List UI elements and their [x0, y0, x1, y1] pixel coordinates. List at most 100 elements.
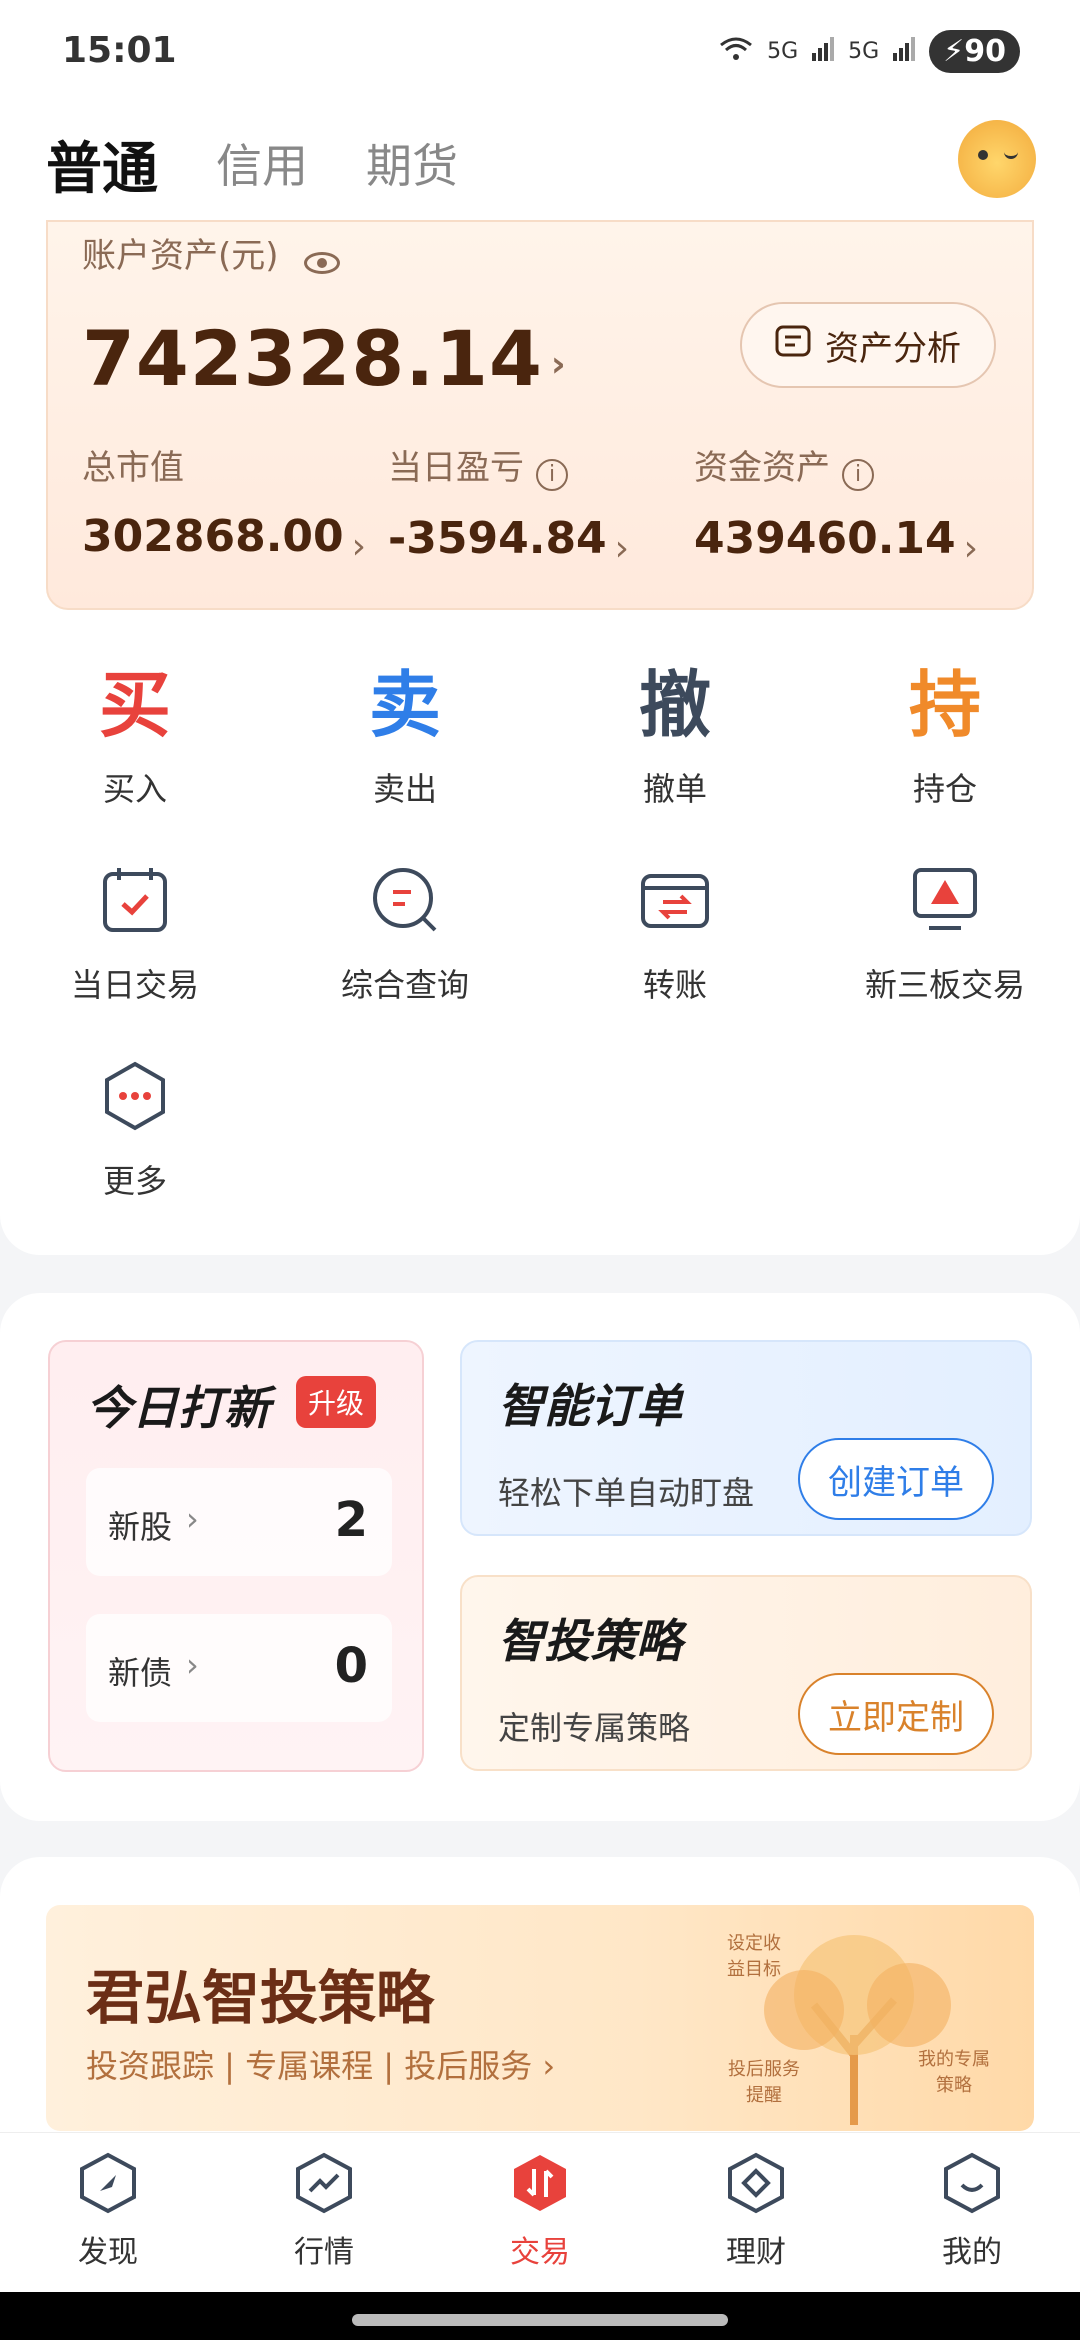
- smart-order-title: 智能订单: [498, 1379, 682, 1433]
- metric-cash-asset[interactable]: 资金资产 i 439460.14 ›: [694, 440, 978, 569]
- create-order-button[interactable]: 创建订单: [798, 1438, 994, 1520]
- metric-label: 资金资产: [694, 448, 830, 488]
- new-stock-count: 2: [334, 1492, 368, 1548]
- query-item[interactable]: 综合查询: [270, 864, 540, 1006]
- customize-now-button[interactable]: 立即定制: [798, 1673, 994, 1755]
- mascot-avatar[interactable]: [958, 120, 1036, 198]
- profile-icon: [944, 2152, 1000, 2214]
- metric-value: 439460.14: [694, 512, 956, 564]
- bottom-nav: 发现 行情 交易 理财 我的: [0, 2132, 1080, 2292]
- tab-futures[interactable]: 期货: [366, 130, 458, 196]
- new-stock-row[interactable]: 新股 › 2: [86, 1468, 392, 1576]
- metric-daily-pnl[interactable]: 当日盈亏 i -3594.84 ›: [388, 440, 629, 569]
- eye-icon[interactable]: [303, 251, 340, 274]
- smart-order-card[interactable]: 智能订单 轻松下单自动盯盘 创建订单: [460, 1340, 1032, 1536]
- asset-card[interactable]: 账户资产(元) 742328.14 › 资产分析 总市值 302868.00 › 当…: [46, 220, 1034, 610]
- wifi-icon: [719, 35, 753, 69]
- info-icon[interactable]: i: [842, 458, 874, 491]
- nav-label: 发现: [78, 2235, 138, 2270]
- asset-header: 账户资产(元): [82, 228, 340, 277]
- buy-label: 买入: [102, 770, 167, 808]
- total-asset[interactable]: 742328.14 ›: [82, 314, 567, 403]
- search-icon: [369, 864, 441, 936]
- status-icons: 5G 5G ⚡90: [719, 30, 1020, 73]
- nav-label: 行情: [294, 2235, 354, 2270]
- compass-icon: [80, 2152, 136, 2214]
- strategy-card[interactable]: 智投策略 定制专属策略 立即定制: [460, 1575, 1032, 1771]
- transfer-icon: [639, 864, 711, 936]
- signal-bars-icon-2: [893, 36, 916, 67]
- signal-bars-icon: [812, 36, 835, 67]
- home-indicator[interactable]: [352, 2314, 728, 2326]
- daily-trades-label: 当日交易: [70, 966, 199, 1004]
- metric-value: 302868.00: [82, 511, 344, 562]
- nav-finance[interactable]: 理财: [686, 2151, 826, 2271]
- nav-trade[interactable]: 交易: [470, 2151, 610, 2271]
- banner-title: 君弘智投策略: [86, 1964, 435, 2032]
- finance-icon: [728, 2152, 784, 2214]
- chevron-right-icon: ›: [186, 1500, 199, 1538]
- new-bond-count: 0: [334, 1638, 368, 1694]
- tab-credit[interactable]: 信用: [216, 130, 308, 196]
- cancel-order-icon: 撤: [638, 663, 711, 747]
- clock: 15:01: [62, 30, 177, 71]
- battery-level: 90: [964, 34, 1006, 69]
- total-asset-value: 742328.14: [82, 314, 543, 403]
- nav-label: 交易: [510, 2235, 570, 2270]
- nav-market[interactable]: 行情: [254, 2151, 394, 2271]
- holdings-action[interactable]: 持 持仓: [810, 660, 1080, 810]
- strategy-subtitle: 定制专属策略: [498, 1709, 691, 1747]
- chevron-right-icon: ›: [351, 526, 367, 567]
- strategy-banner[interactable]: 君弘智投策略 投资跟踪 | 专属课程 | 投后服务 › 设定收益目标 投后服务提…: [46, 1905, 1034, 2131]
- analysis-icon: [775, 325, 811, 366]
- header: 普通 信用 期货: [0, 100, 1080, 230]
- signal-5g-icon: 5G: [767, 39, 799, 64]
- nav-label: 我的: [942, 2235, 1002, 2270]
- chevron-right-icon: ›: [550, 343, 567, 385]
- buy-icon: 买: [98, 663, 171, 747]
- nav-discover[interactable]: 发现: [38, 2151, 178, 2271]
- calendar-icon: [99, 864, 171, 936]
- holdings-icon: 持: [908, 663, 981, 747]
- new-stock-label: 新股: [108, 1508, 173, 1546]
- daily-trades-item[interactable]: 当日交易: [0, 864, 270, 1006]
- metric-label: 总市值: [82, 448, 184, 488]
- strategy-title: 智投策略: [498, 1614, 682, 1668]
- tag-my-strategy: 我的专属策略: [918, 2049, 990, 2096]
- tag-service: 投后服务提醒: [728, 2059, 800, 2106]
- nav-label: 理财: [726, 2235, 786, 2270]
- sell-label: 卖出: [372, 770, 437, 808]
- battery-indicator: ⚡90: [929, 30, 1020, 73]
- metric-market-value[interactable]: 总市值 302868.00 ›: [82, 440, 366, 567]
- buy-action[interactable]: 买 买入: [0, 660, 270, 810]
- more-item[interactable]: 更多: [0, 1060, 270, 1202]
- neeq-trade-item[interactable]: 新三板交易: [810, 864, 1080, 1006]
- upgrade-badge[interactable]: 升级: [296, 1376, 377, 1428]
- asset-analysis-button[interactable]: 资产分析: [740, 302, 996, 388]
- chevron-right-icon: ›: [963, 527, 979, 569]
- trend-icon: [296, 2152, 352, 2214]
- new-bond-label: 新债: [108, 1654, 173, 1692]
- ipo-card[interactable]: 今日打新 升级 新股 › 2 新债 › 0: [48, 1340, 424, 1772]
- transfer-item[interactable]: 转账: [540, 864, 810, 1006]
- sell-action[interactable]: 卖 卖出: [270, 660, 540, 810]
- asset-label: 账户资产(元): [82, 236, 279, 276]
- query-label: 综合查询: [340, 966, 469, 1004]
- cancel-order-action[interactable]: 撤 撤单: [540, 660, 810, 810]
- banner-subtitle: 投资跟踪 | 专属课程 | 投后服务 ›: [86, 2047, 556, 2085]
- status-bar: 15:01 5G 5G ⚡90: [0, 0, 1080, 100]
- new-bond-row[interactable]: 新债 › 0: [86, 1614, 392, 1722]
- more-icon: [99, 1060, 171, 1132]
- transfer-label: 转账: [642, 966, 707, 1004]
- tag-target: 设定收益目标: [727, 1933, 781, 1980]
- tab-normal[interactable]: 普通: [46, 124, 158, 205]
- info-icon[interactable]: i: [536, 458, 568, 491]
- signal-5g-icon-2: 5G: [848, 39, 880, 64]
- ipo-title: 今日打新: [86, 1381, 270, 1435]
- sell-icon: 卖: [368, 663, 441, 747]
- charging-icon: ⚡: [943, 34, 965, 69]
- cancel-order-label: 撤单: [642, 770, 707, 808]
- neeq-trade-label: 新三板交易: [864, 966, 1025, 1004]
- nav-profile[interactable]: 我的: [902, 2151, 1042, 2271]
- holdings-label: 持仓: [912, 770, 977, 808]
